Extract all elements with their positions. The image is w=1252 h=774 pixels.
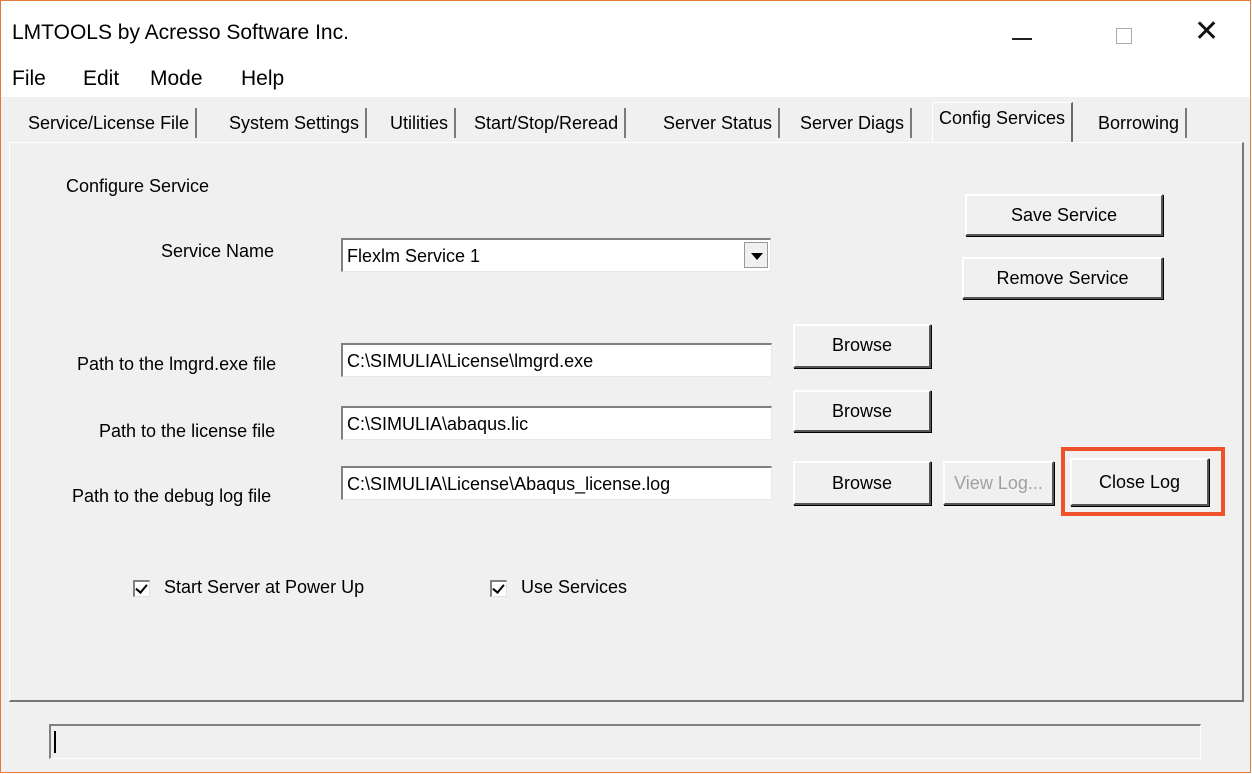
service-name-combobox[interactable]: Flexlm Service 1: [341, 238, 771, 272]
browse-lmgrd-button[interactable]: Browse: [793, 324, 931, 368]
tab-strip: Service/License File System Settings Uti…: [1, 98, 1250, 142]
tab-utilities[interactable]: Utilities: [384, 108, 457, 138]
title-bar: LMTOOLS by Acresso Software Inc. ✕: [1, 1, 1250, 63]
service-name-label: Service Name: [161, 241, 275, 261]
configure-service-label: Configure Service: [66, 176, 210, 196]
menu-bar: File Edit Mode Help: [1, 63, 1250, 97]
minimize-button[interactable]: [990, 1, 1050, 63]
tab-system-settings[interactable]: System Settings: [223, 108, 368, 138]
status-caret: [54, 731, 56, 753]
service-name-value: Flexlm Service 1: [347, 246, 481, 266]
menu-file[interactable]: File: [12, 67, 46, 91]
chevron-down-icon[interactable]: [744, 242, 768, 268]
tab-config-services[interactable]: Config Services: [932, 102, 1074, 142]
close-log-highlight: [1061, 447, 1225, 516]
tab-service-license-file[interactable]: Service/License File: [22, 108, 198, 138]
maximize-button[interactable]: [1094, 1, 1154, 63]
lmtools-window: LMTOOLS by Acresso Software Inc. ✕ File …: [0, 0, 1251, 773]
license-path-label: Path to the license file: [99, 421, 276, 441]
use-services-label: Use Services: [521, 577, 628, 597]
save-service-button[interactable]: Save Service: [965, 194, 1163, 236]
tab-borrowing[interactable]: Borrowing: [1092, 108, 1188, 138]
close-window-button[interactable]: ✕: [1182, 1, 1242, 63]
browse-license-button[interactable]: Browse: [793, 390, 931, 432]
menu-help[interactable]: Help: [241, 67, 284, 91]
start-server-checkbox[interactable]: [133, 580, 150, 597]
tab-start-stop-reread[interactable]: Start/Stop/Reread: [468, 108, 627, 138]
debug-log-path-label: Path to the debug log file: [72, 486, 272, 506]
window-title: LMTOOLS by Acresso Software Inc.: [12, 21, 349, 44]
license-path-input[interactable]: C:\SIMULIA\abaqus.lic: [341, 406, 772, 440]
menu-mode[interactable]: Mode: [150, 67, 203, 91]
start-server-label: Start Server at Power Up: [164, 577, 365, 597]
status-bar: [49, 724, 1201, 759]
tab-server-status[interactable]: Server Status: [657, 108, 781, 138]
debug-log-path-input[interactable]: C:\SIMULIA\License\Abaqus_license.log: [341, 466, 772, 500]
lmgrd-path-input[interactable]: C:\SIMULIA\License\lmgrd.exe: [341, 343, 772, 377]
tab-server-diags[interactable]: Server Diags: [794, 108, 913, 138]
remove-service-button[interactable]: Remove Service: [962, 257, 1163, 299]
view-log-button[interactable]: View Log...: [943, 461, 1054, 505]
browse-debug-log-button[interactable]: Browse: [793, 461, 931, 505]
close-icon: ✕: [1194, 15, 1220, 48]
use-services-checkbox[interactable]: [490, 580, 507, 597]
lmgrd-path-label: Path to the lmgrd.exe file: [77, 354, 277, 374]
menu-edit[interactable]: Edit: [83, 67, 119, 91]
